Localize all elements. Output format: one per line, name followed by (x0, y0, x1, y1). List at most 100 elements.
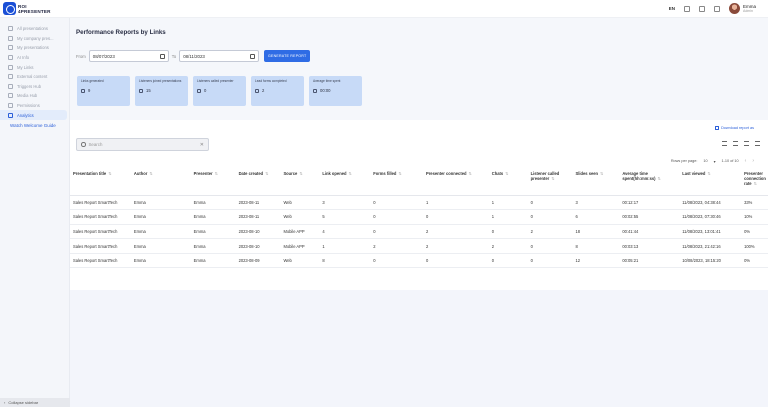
to-date-field[interactable]: 08/11/2023 (179, 50, 260, 62)
column-header[interactable]: Link opened ⇅ (319, 168, 371, 196)
table-cell: 11/08/2023, 04:38:44 (679, 195, 742, 211)
generate-report-button[interactable]: GENERATE REPORT (264, 50, 311, 62)
link-icon (81, 88, 85, 93)
clear-icon[interactable]: ✕ (200, 142, 204, 148)
report-table-panel: Download report as Search ✕ Rows per pag… (70, 120, 768, 290)
collapse-sidebar-button[interactable]: ‹ Collapse sidebar (0, 398, 70, 407)
download-report-link[interactable]: Download report as (715, 126, 754, 130)
filter-icon[interactable] (722, 141, 727, 146)
sidebar-item-triggers-hub[interactable]: Triggers Hub (0, 82, 69, 92)
search-icon (81, 142, 86, 147)
column-header[interactable]: Last viewed ⇅ (679, 168, 742, 196)
next-page-icon[interactable]: › (752, 158, 754, 164)
media-icon (8, 93, 13, 99)
users-icon (139, 88, 143, 93)
folder-icon (8, 45, 13, 51)
brand-line2: 4PRESENTER (18, 8, 51, 14)
calendar-icon[interactable] (159, 53, 165, 59)
column-header[interactable]: Forms filled ⇅ (370, 168, 423, 196)
sort-icon[interactable]: ⇅ (468, 171, 471, 176)
sort-icon[interactable]: ⇅ (149, 171, 152, 176)
previous-page-icon[interactable]: ‹ (745, 158, 747, 164)
sort-icon[interactable]: ⇅ (348, 171, 351, 176)
sort-icon[interactable]: ⇅ (215, 171, 218, 176)
column-header[interactable]: Chats ⇅ (488, 168, 528, 196)
sort-icon[interactable]: ⇅ (299, 171, 302, 176)
table-cell: 0 (422, 209, 489, 225)
table-header-row: Presentation title ⇅ Author ⇅ Presenter ⇅ Date… (70, 168, 768, 196)
table-row[interactable]: Sales Report SmartTech Emma Emma 2023-08-09… (70, 253, 768, 269)
column-header[interactable]: Listener called presenter ⇅ (527, 168, 573, 196)
report-filters-panel: Performance Reports by Links From 08/07/… (70, 18, 768, 118)
language-selector[interactable]: EN (669, 6, 675, 11)
sort-icon[interactable]: ⇅ (600, 171, 603, 176)
notification-icon[interactable] (713, 5, 720, 12)
sort-icon[interactable]: ⇅ (265, 171, 268, 176)
sidebar-item-my-links[interactable]: My Links (0, 62, 69, 72)
density-icon[interactable] (733, 141, 738, 146)
column-header[interactable]: Presenter connection rate ⇅ (741, 168, 768, 196)
lock-icon (8, 103, 13, 109)
columns-icon[interactable] (744, 141, 749, 146)
table-cell: 3 (319, 195, 371, 211)
table-cell: Emma (130, 238, 191, 254)
sort-icon[interactable]: ⇅ (108, 171, 111, 176)
fullscreen-icon[interactable] (755, 141, 760, 146)
app-logo[interactable]: ROI 4PRESENTER (3, 2, 51, 15)
table-cell: Mobile APP (280, 238, 320, 254)
column-header[interactable]: Author ⇅ (130, 168, 191, 196)
device-icon[interactable] (683, 5, 690, 12)
table-cell: Emma (130, 195, 191, 211)
calendar-icon[interactable] (250, 53, 256, 59)
table-row[interactable]: Sales Report SmartTech Emma Emma 2023-08-10… (70, 224, 768, 240)
top-bar: ROI 4PRESENTER EN Emma Admin (0, 0, 768, 18)
table-cell: 2 (422, 238, 489, 254)
page-title: Performance Reports by Links (76, 29, 166, 36)
table-cell: 2023-08-11 (235, 209, 281, 225)
table-cell: Web (280, 195, 320, 211)
column-header[interactable]: Presenter ⇅ (190, 168, 236, 196)
table-cell: 2 (527, 224, 573, 240)
sort-icon[interactable]: ⇅ (398, 171, 401, 176)
column-header[interactable]: Slides seen ⇅ (572, 168, 620, 196)
pagination: Rows per page: 10 ▾ 1-10 of 10 ‹ › (670, 158, 754, 164)
sort-icon[interactable]: ⇅ (505, 171, 508, 176)
table-cell: 8 (572, 238, 620, 254)
sidebar-item-analytics[interactable]: Analytics (0, 110, 67, 120)
column-header[interactable]: Presentation title ⇅ (70, 168, 131, 196)
mobile-icon[interactable] (698, 5, 705, 12)
table-row[interactable]: Sales Report SmartTech Emma Emma 2023-08-10… (70, 238, 768, 254)
sort-icon[interactable]: ⇅ (707, 171, 710, 176)
sidebar-item-company-presentations[interactable]: My company pres... (0, 34, 69, 44)
sidebar-item-external-content[interactable]: External content (0, 72, 69, 82)
info-icon (8, 55, 13, 61)
sidebar-item-my-presentations[interactable]: My presentations (0, 43, 69, 53)
stat-card-listeners-called: Listeners called presenter 0 (193, 76, 246, 106)
sidebar-item-permissions[interactable]: Permissions (0, 101, 69, 111)
column-header[interactable]: Average time spent(hh:mm:ss) ⇅ (619, 168, 680, 196)
stat-card-average-time: Average time spent 00:00 (309, 76, 362, 106)
welcome-guide-link[interactable]: Watch Welcome Guide (0, 123, 69, 128)
sort-icon[interactable]: ⇅ (551, 176, 554, 181)
sort-icon[interactable]: ⇅ (658, 176, 661, 181)
table-row[interactable]: Sales Report SmartTech Emma Emma 2023-08-11… (70, 195, 768, 211)
sidebar-item-all-presentations[interactable]: All presentations (0, 24, 69, 34)
column-header[interactable]: Date created ⇅ (235, 168, 281, 196)
sort-icon[interactable]: ⇅ (754, 181, 757, 186)
table-row[interactable]: Sales Report SmartTech Emma Emma 2023-08-11… (70, 209, 768, 225)
collapse-icon: ‹ (4, 400, 6, 405)
table-cell: 18 (572, 224, 620, 240)
rows-per-page-select[interactable]: 10 (703, 159, 707, 163)
from-date-field[interactable]: 08/07/2023 (88, 50, 169, 62)
user-menu[interactable]: Emma Admin (728, 3, 756, 14)
report-table: Presentation title ⇅ Author ⇅ Presenter ⇅ Date… (70, 168, 768, 269)
table-cell: Emma (190, 195, 236, 211)
phone-icon (197, 88, 201, 93)
column-header[interactable]: Source ⇅ (280, 168, 320, 196)
search-input[interactable]: Search ✕ (76, 138, 209, 151)
column-header[interactable]: Presenter connected ⇅ (422, 168, 489, 196)
table-cell: Sales Report SmartTech (70, 238, 131, 254)
sidebar-item-media-hub[interactable]: Media Hub (0, 91, 69, 101)
table-cell: Web (280, 209, 320, 225)
sidebar-item-ai-info[interactable]: AI Info (0, 53, 69, 63)
